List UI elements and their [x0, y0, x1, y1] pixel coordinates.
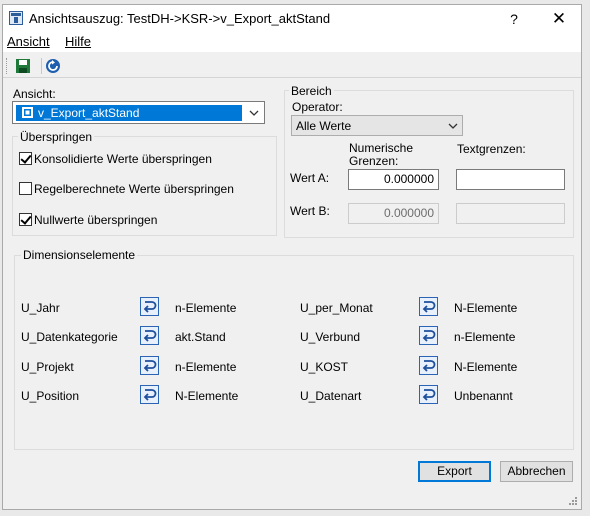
dimension-value: N-Elemente	[454, 301, 518, 315]
dimension-name: U_Jahr	[21, 301, 60, 315]
select-elements-button[interactable]	[419, 297, 438, 316]
value-b-numeric-input: 0.000000	[348, 203, 439, 224]
dimension-elements-group	[14, 255, 574, 450]
select-elements-button[interactable]	[419, 385, 438, 404]
skip-consolidated-label: Konsolidierte Werte überspringen	[34, 152, 212, 166]
menu-bar: Ansicht Hilfe	[3, 32, 581, 52]
dimension-value: Unbenannt	[454, 389, 513, 403]
select-elements-button[interactable]	[140, 297, 159, 316]
dimension-name: U_Projekt	[21, 360, 74, 374]
dimension-value: n-Elemente	[454, 330, 516, 344]
return-arrow-icon	[422, 301, 436, 313]
cancel-button[interactable]: Abbrechen	[500, 461, 573, 482]
window-title: Ansichtsauszug: TestDH->KSR->v_Export_ak…	[29, 11, 331, 26]
toolbar	[3, 55, 581, 78]
dimension-name: U_Verbund	[300, 330, 361, 344]
view-selected-item: v_Export_aktStand	[16, 105, 242, 121]
return-arrow-icon	[422, 360, 436, 372]
dimension-value: N-Elemente	[175, 389, 239, 403]
value-b-label: Wert B:	[290, 204, 330, 218]
select-elements-button[interactable]	[140, 356, 159, 375]
app-icon	[9, 11, 23, 25]
return-arrow-icon	[143, 360, 157, 372]
skip-group-title: Überspringen	[18, 130, 95, 144]
dimension-value: N-Elemente	[454, 360, 518, 374]
dialog-window: Ansichtsauszug: TestDH->KSR->v_Export_ak…	[2, 4, 582, 510]
skip-rule-calculated-checkbox[interactable]	[19, 182, 32, 195]
value-b-text-input	[456, 203, 565, 224]
view-label: Ansicht:	[13, 87, 56, 101]
refresh-icon[interactable]	[45, 58, 61, 74]
cube-icon	[22, 107, 33, 118]
dimension-value: n-Elemente	[175, 301, 237, 315]
text-limits-header: Textgrenzen:	[457, 142, 526, 156]
dimension-value: akt.Stand	[175, 330, 226, 344]
view-combobox[interactable]: v_Export_aktStand	[12, 101, 265, 124]
skip-zero-values-label: Nullwerte überspringen	[34, 213, 158, 227]
dimension-name: U_KOST	[300, 360, 349, 374]
return-arrow-icon	[422, 389, 436, 401]
numeric-limits-header: Numerische Grenzen:	[349, 141, 414, 168]
select-elements-button[interactable]	[419, 356, 438, 375]
skip-consolidated-checkbox[interactable]	[19, 152, 32, 165]
title-bar: Ansichtsauszug: TestDH->KSR->v_Export_ak…	[3, 5, 581, 32]
toolbar-grip	[6, 58, 10, 74]
return-arrow-icon	[422, 330, 436, 342]
toolbar-separator	[41, 58, 42, 74]
help-button[interactable]: ?	[499, 8, 529, 30]
dimension-name: U_Position	[21, 389, 80, 403]
dimension-name: U_per_Monat	[300, 301, 373, 315]
skip-zero-values-checkbox[interactable]	[19, 213, 32, 226]
export-button[interactable]: Export	[418, 461, 491, 482]
select-elements-button[interactable]	[140, 385, 159, 404]
return-arrow-icon	[143, 389, 157, 401]
value-a-text-input[interactable]	[456, 169, 565, 190]
value-a-numeric-input[interactable]: 0.000000	[348, 169, 439, 190]
select-elements-button[interactable]	[419, 326, 438, 345]
range-group-title: Bereich	[289, 84, 334, 98]
operator-value: Alle Werte	[296, 119, 352, 133]
operator-select[interactable]: Alle Werte	[291, 115, 463, 136]
resize-grip-icon[interactable]	[568, 496, 578, 506]
dimension-name: U_Datenkategorie	[21, 330, 118, 344]
save-icon[interactable]	[15, 58, 31, 74]
dimension-value: n-Elemente	[175, 360, 237, 374]
value-a-label: Wert A:	[290, 171, 330, 185]
dimension-name: U_Datenart	[300, 389, 362, 403]
return-arrow-icon	[143, 330, 157, 342]
select-elements-button[interactable]	[140, 326, 159, 345]
skip-rule-calculated-label: Regelberechnete Werte überspringen	[34, 182, 234, 196]
chevron-down-icon[interactable]	[247, 106, 261, 120]
operator-label: Operator:	[292, 100, 343, 114]
menu-hilfe[interactable]: Hilfe	[65, 34, 91, 49]
menu-ansicht[interactable]: Ansicht	[7, 34, 50, 49]
chevron-down-icon	[448, 123, 458, 129]
view-selected-text: v_Export_aktStand	[38, 106, 140, 120]
dimension-elements-title: Dimensionselemente	[21, 248, 138, 262]
return-arrow-icon	[143, 301, 157, 313]
close-button[interactable]: ✕	[539, 8, 579, 30]
